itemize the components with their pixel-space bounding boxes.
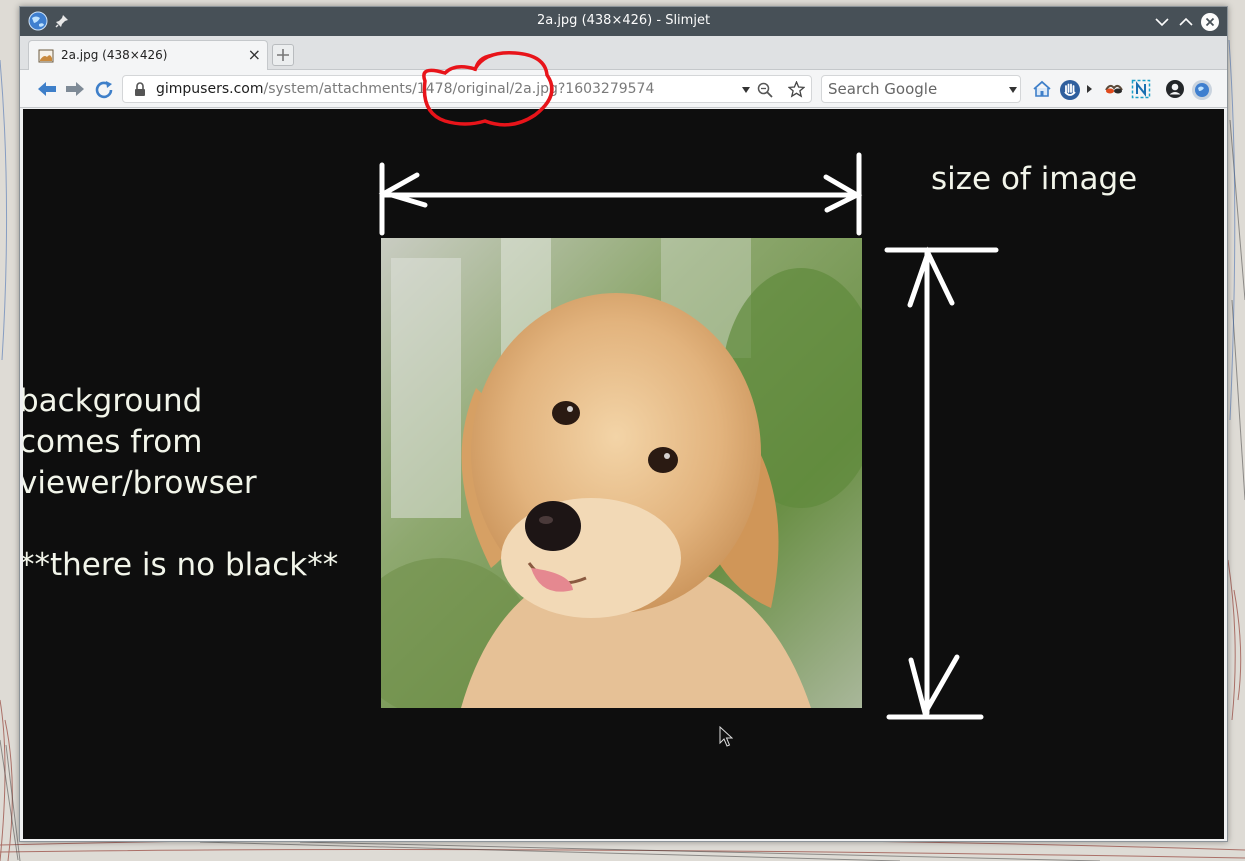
red-highlight-scribble [422,51,554,127]
overflow-arrow-icon[interactable] [1086,85,1092,93]
dimension-arrows [378,152,999,720]
search-box[interactable] [821,75,1021,103]
dropdown-arrow-icon[interactable] [741,86,751,94]
new-tab-button[interactable] [272,44,294,66]
zoom-icon[interactable] [757,82,773,98]
window-title: 2a.jpg (438×426) - Slimjet [536,13,711,28]
reload-icon[interactable] [94,79,114,99]
tab-image[interactable]: 2a.jpg (438×426) × [28,40,268,70]
height-arrow-top-head [907,246,955,308]
image-favicon-icon [38,49,54,63]
tab-bar: 2a.jpg (438×426) × [20,36,1227,70]
star-icon[interactable] [788,81,805,98]
plus-icon [277,49,289,61]
menu-globe-icon[interactable] [1191,79,1213,101]
title-bar: 2a.jpg (438×426) - Slimjet [20,7,1227,36]
page-content: background comes from viewer/browser **t… [23,109,1224,839]
account-icon[interactable] [1165,79,1185,99]
chevron-up-icon[interactable] [1176,12,1196,32]
search-engine-dropdown-icon[interactable] [1008,86,1018,94]
tab-close-button[interactable]: × [248,45,261,64]
browser-window: 2a.jpg (438×426) - Slimjet 2a.jpg (438×4… [19,6,1228,842]
mouse-cursor-icon [719,726,733,747]
width-arrow-left-head [378,172,428,208]
url-host: gimpusers.com [156,81,264,97]
tab-label: 2a.jpg (438×426) [61,48,168,62]
close-icon[interactable] [1200,12,1220,32]
search-input[interactable] [828,79,998,99]
nav-toolbar: gimpusers.com/system/attachments/1478/or… [20,70,1227,108]
home-icon[interactable] [1032,79,1052,99]
lock-icon [135,82,145,96]
hand-blocker-icon[interactable] [1059,79,1081,101]
back-arrow-icon[interactable] [36,79,58,99]
height-arrow-bottom-head [908,654,960,720]
url-text[interactable]: gimpusers.com/system/attachments/1478/or… [156,81,654,97]
chevron-down-icon[interactable] [1152,12,1172,32]
forward-arrow-icon[interactable] [64,79,86,99]
n-extension-icon[interactable] [1131,79,1151,99]
spy-glasses-icon[interactable] [1104,79,1124,99]
